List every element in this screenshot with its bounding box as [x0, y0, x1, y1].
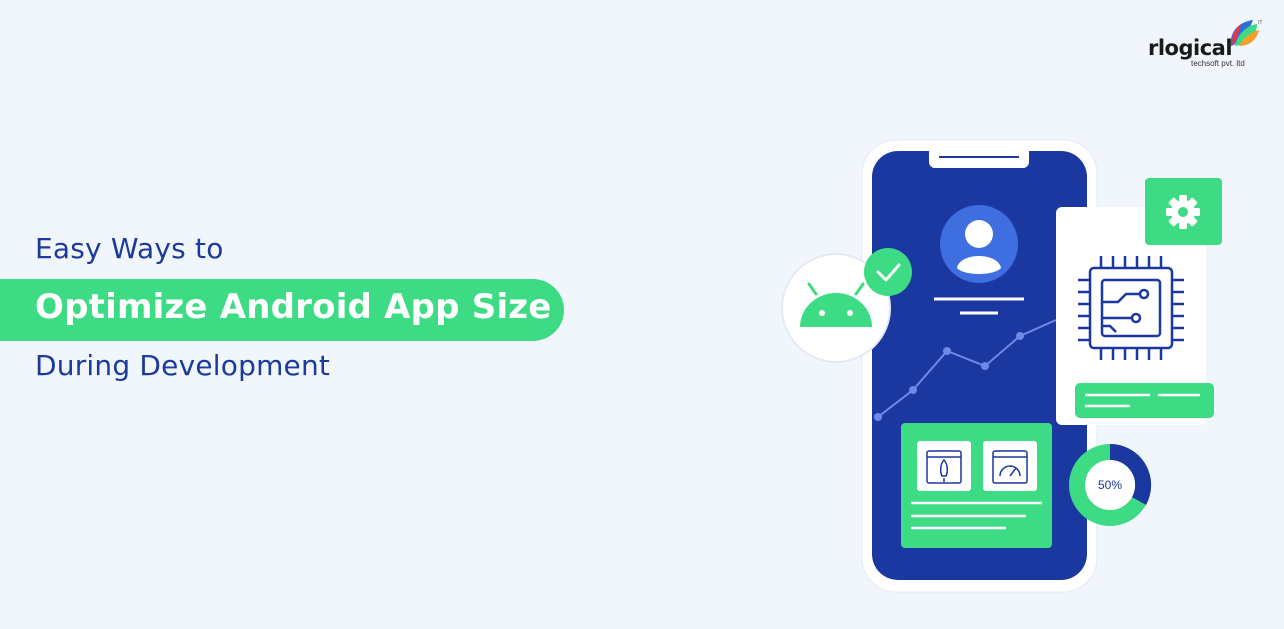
gear-tile	[1145, 178, 1222, 245]
gear-icon	[1166, 195, 1200, 229]
phone-illustration: 50%	[781, 139, 1222, 593]
check-icon	[864, 248, 912, 296]
performance-card	[901, 423, 1052, 548]
progress-donut: 50%	[1069, 443, 1152, 526]
user-avatar-icon	[940, 205, 1018, 283]
donut-percent-label: 50%	[1098, 478, 1122, 492]
